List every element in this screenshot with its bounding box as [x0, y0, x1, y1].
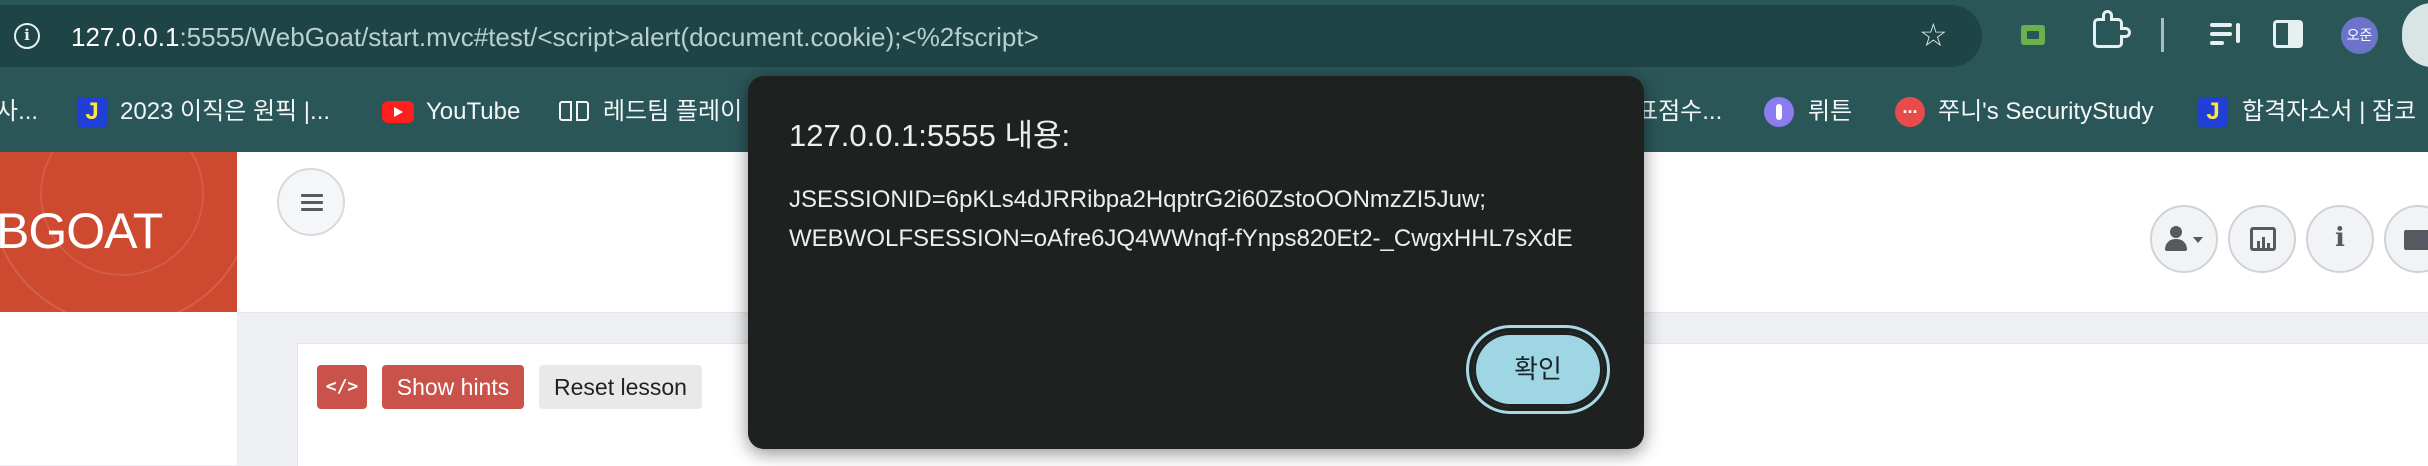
bookmark-label: 합격자소서 | 잡코 [2242, 98, 2417, 125]
extension-icon[interactable] [2021, 25, 2045, 45]
media-controls-icon[interactable] [2210, 21, 2246, 51]
brand-text: BGOAT [0, 203, 163, 259]
lesson-menu [0, 312, 237, 465]
profile-avatar[interactable]: 오준 [2341, 17, 2378, 54]
url-host: 127.0.0.1 [71, 22, 180, 52]
wrtn-icon [1764, 97, 1794, 127]
site-info-icon[interactable]: i [14, 23, 40, 49]
reset-lesson-button[interactable]: Reset lesson [539, 365, 702, 409]
ok-button-label: 확인 [1473, 332, 1603, 407]
report-card-button[interactable] [2228, 205, 2296, 273]
menu-toggle-button[interactable] [277, 168, 345, 236]
webgoat-logo[interactable]: BGOAT [0, 152, 237, 312]
ok-button[interactable]: 확인 [1466, 325, 1610, 414]
dialog-message-line: WEBWOLFSESSION=oAfre6JQ4WWnqf-fYnps820Et… [789, 225, 1573, 252]
show-hints-button[interactable]: Show hints [382, 365, 524, 409]
alert-dialog: 127.0.0.1:5555 내용: JSESSIONID=6pKLs4dJRR… [748, 76, 1644, 449]
bookmark-label: 2023 이직은 원픽 |... [120, 98, 331, 125]
bookmark-label: YouTube [426, 98, 521, 125]
jira-icon: J [2198, 97, 2228, 127]
bookmark-label: 뤼튼 [1808, 98, 1853, 125]
envelope-icon [2404, 230, 2428, 250]
side-panel-icon[interactable] [2273, 20, 2303, 48]
browser-menu-button[interactable] [2402, 3, 2428, 67]
book-icon [559, 101, 589, 123]
about-button[interactable]: i [2306, 205, 2374, 273]
dialog-title: 127.0.0.1:5555 내용: [789, 118, 1071, 153]
caret-down-icon [2193, 237, 2203, 243]
youtube-icon [382, 101, 414, 123]
address-bar[interactable]: i 127.0.0.1:5555/WebGoat/start.mvc#test/… [0, 5, 1982, 67]
bookmark-star-icon[interactable]: ☆ [1919, 19, 1948, 51]
extensions-puzzle-icon[interactable] [2093, 10, 2131, 48]
jun-icon [1895, 91, 1925, 127]
user-menu-button[interactable] [2150, 205, 2218, 273]
bookmark-label: 사... [0, 98, 39, 125]
bookmark-label: 레드팀 플레이 [603, 98, 743, 125]
bookmark-label: 표점수... [1636, 98, 1723, 125]
url-text[interactable]: 127.0.0.1:5555/WebGoat/start.mvc#test/<s… [71, 23, 1039, 51]
browser-toolbar: i 127.0.0.1:5555/WebGoat/start.mvc#test/… [0, 0, 2428, 72]
toolbar-divider [2161, 18, 2164, 52]
info-icon: i [2335, 223, 2345, 253]
user-icon [2170, 226, 2182, 238]
jira-icon: J [77, 97, 107, 127]
dialog-message-line: JSESSIONID=6pKLs4dJRRibpa2HqptrG2i60Zsto… [789, 186, 1486, 213]
show-source-button[interactable]: </> [317, 365, 367, 409]
url-path: :5555/WebGoat/start.mvc#test/<script>ale… [179, 22, 1039, 52]
bookmark-label: 쭈니's SecurityStudy [1938, 98, 2154, 125]
